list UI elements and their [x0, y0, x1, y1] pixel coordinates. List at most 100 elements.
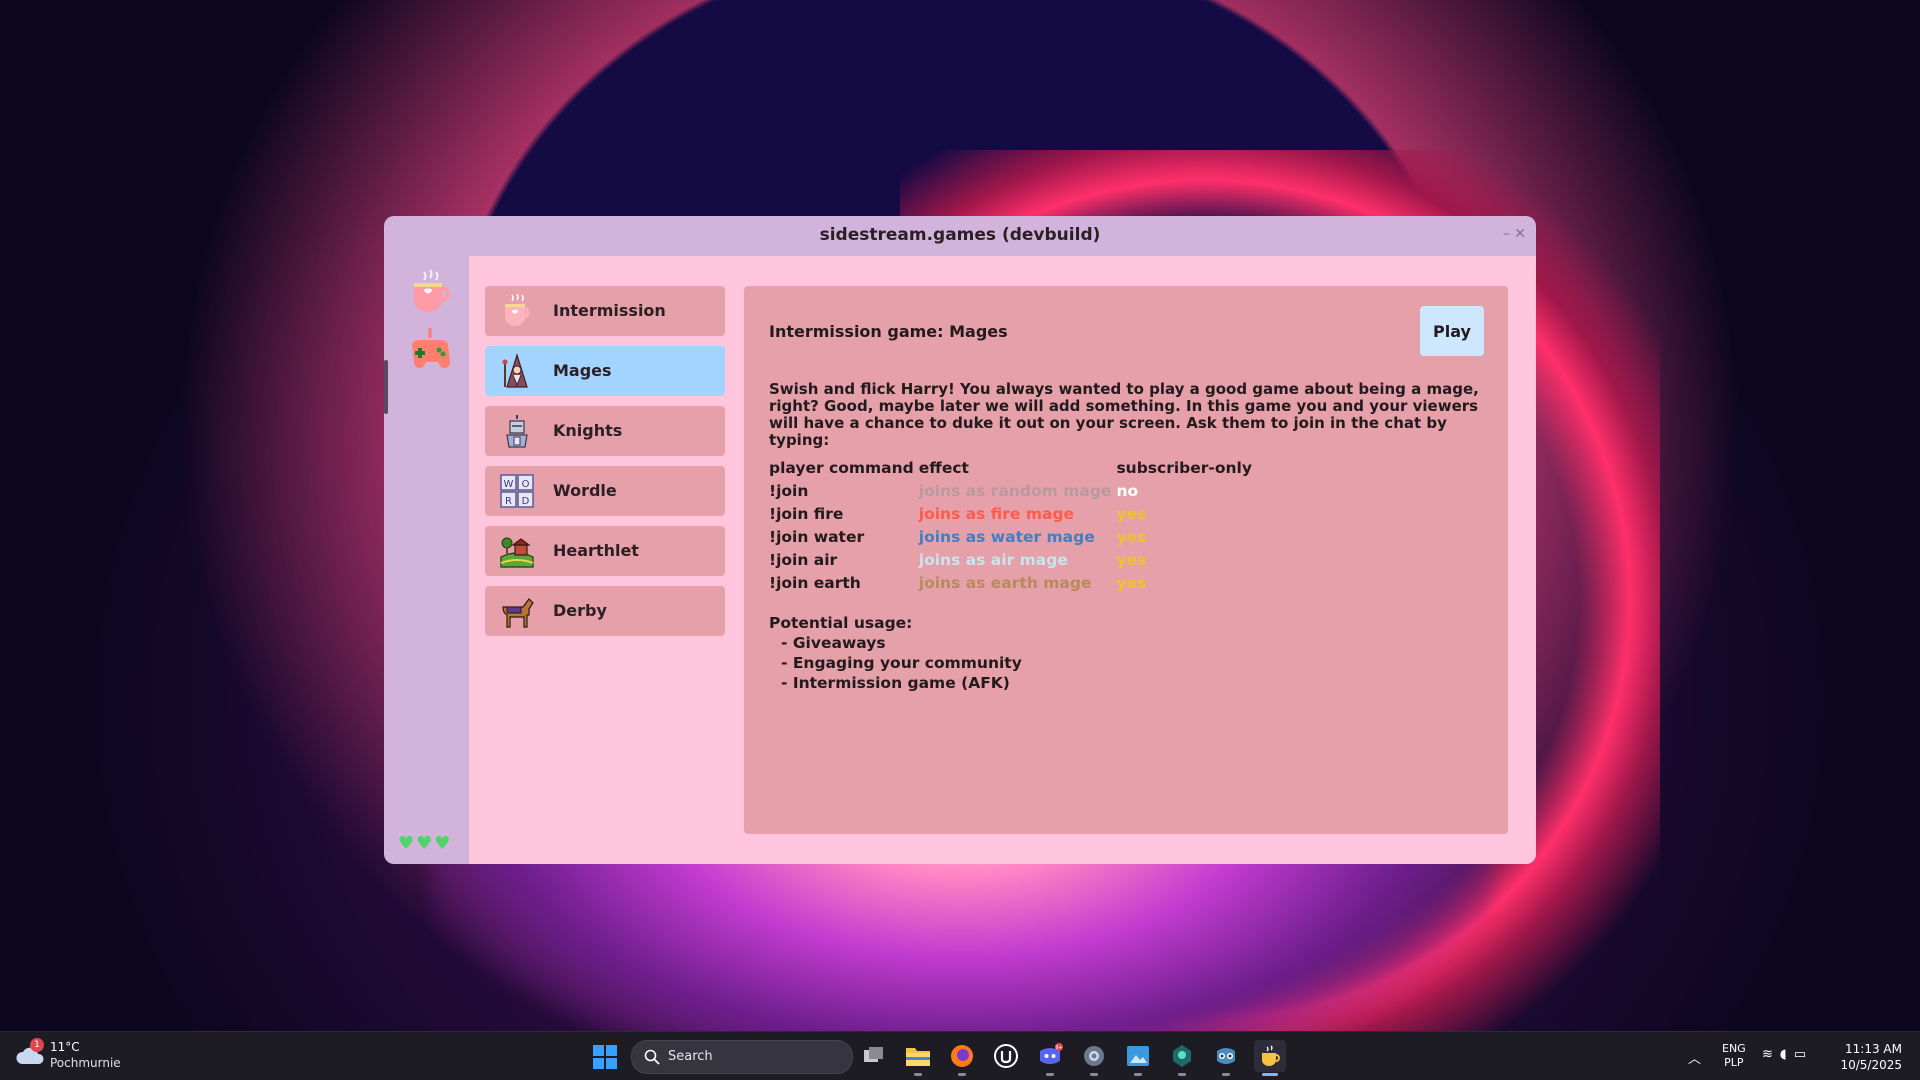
side-rail: ♥♥♥: [384, 256, 468, 864]
mage-icon: [502, 353, 528, 388]
wordle-icon: W O R D: [500, 474, 534, 508]
game-item-knights[interactable]: Knights: [485, 406, 725, 456]
horse-icon: [502, 598, 534, 628]
weather-temperature: 11°C: [50, 1040, 80, 1054]
weather-description: Pochmurnie: [50, 1056, 121, 1070]
command-cell: !join earth: [769, 573, 861, 592]
volume-icon: ◖: [1779, 1047, 1794, 1062]
effect-cell: joins as fire mage: [918, 504, 1075, 523]
svg-text:O: O: [522, 479, 530, 490]
settings-icon[interactable]: [1078, 1040, 1110, 1076]
game-label: Derby: [553, 601, 607, 620]
running-indicator: [1222, 1073, 1230, 1076]
game-label: Intermission: [553, 301, 666, 320]
clock-date: 10/5/2025: [1840, 1058, 1902, 1072]
subscriber-cell: yes: [1116, 527, 1147, 546]
running-indicator: [1134, 1073, 1142, 1076]
godot-icon[interactable]: [1210, 1040, 1242, 1076]
command-cell: !join: [769, 481, 809, 500]
command-cell: !join air: [769, 550, 838, 569]
effect-cell: joins as water mage: [918, 527, 1095, 546]
knight-icon: [506, 415, 528, 448]
subscriber-cell: yes: [1116, 550, 1147, 569]
game-label: Wordle: [553, 481, 617, 500]
weather-badge: 1: [30, 1038, 44, 1052]
game-list: Intermission Mages Knights W O R D Wordl…: [485, 286, 725, 646]
start-button[interactable]: [592, 1044, 618, 1070]
cup-icon: [505, 293, 530, 326]
column-header: player command: [769, 458, 914, 477]
running-indicator: [958, 1073, 966, 1076]
effect-cell: joins as earth mage: [918, 573, 1092, 592]
subscriber-cell: yes: [1116, 573, 1147, 592]
table-row: !join air joins as air mage yes: [767, 548, 1255, 571]
command-cell: !join water: [769, 527, 865, 546]
image-editor-icon[interactable]: [1122, 1040, 1154, 1076]
command-table: player command effect subscriber-only !j…: [767, 456, 1255, 594]
svg-text:R: R: [505, 496, 512, 507]
rail-active-indicator: [384, 360, 388, 414]
window-title: sidestream.games (devbuild): [819, 225, 1101, 245]
search-placeholder: Search: [668, 1049, 713, 1064]
subscriber-cell: no: [1116, 481, 1139, 500]
table-row: !join fire joins as fire mage yes: [767, 502, 1255, 525]
sidestream-icon[interactable]: [1254, 1040, 1286, 1076]
keyboard-layout: PLP: [1724, 1056, 1744, 1069]
file-explorer-icon[interactable]: [902, 1040, 934, 1076]
unreal-engine-icon[interactable]: [990, 1040, 1022, 1072]
usage-item: - Engaging your community: [781, 654, 1022, 672]
game-label: Mages: [553, 361, 612, 380]
farm-icon: [500, 537, 534, 568]
minimize-button[interactable]: –: [1503, 226, 1510, 242]
language-indicator[interactable]: ENG PLP: [1722, 1042, 1746, 1070]
app-window: sidestream.games (devbuild) – ✕ ♥♥♥ Inte…: [384, 216, 1536, 864]
svg-text:W: W: [504, 479, 514, 490]
usage-title: Potential usage:: [769, 614, 913, 632]
running-indicator: [1262, 1073, 1278, 1076]
running-indicator: [1090, 1073, 1098, 1076]
taskbar-search[interactable]: Search: [631, 1040, 853, 1074]
close-button[interactable]: ✕: [1514, 226, 1526, 242]
clock-time: 11:13 AM: [1845, 1042, 1902, 1056]
game-item-hearthlet[interactable]: Hearthlet: [485, 526, 725, 576]
language-code: ENG: [1722, 1042, 1746, 1055]
table-row: !join water joins as water mage yes: [767, 525, 1255, 548]
app-icon[interactable]: [1166, 1040, 1198, 1076]
table-row: !join joins as random mage no: [767, 479, 1255, 502]
clock[interactable]: 11:13 AM 10/5/2025: [1836, 1041, 1902, 1073]
game-description: Swish and flick Harry! You always wanted…: [769, 380, 1479, 449]
game-title: Intermission game: Mages: [769, 322, 1008, 341]
game-item-derby[interactable]: Derby: [485, 586, 725, 636]
task-view-icon[interactable]: [858, 1040, 890, 1072]
discord-icon[interactable]: 9+: [1034, 1040, 1066, 1076]
intermission-cup-icon[interactable]: [406, 268, 454, 316]
gamepad-icon[interactable]: [406, 326, 454, 374]
game-item-mages[interactable]: Mages: [485, 346, 725, 396]
lives-hearts: ♥♥♥: [398, 833, 453, 854]
show-hidden-icons-icon[interactable]: ︿: [1688, 1048, 1701, 1067]
game-item-intermission[interactable]: Intermission: [485, 286, 725, 336]
table-row: !join earth joins as earth mage yes: [767, 571, 1255, 594]
running-indicator: [1046, 1073, 1054, 1076]
game-detail-panel: Intermission game: Mages Play Swish and …: [744, 286, 1508, 834]
title-bar[interactable]: sidestream.games (devbuild) – ✕: [384, 216, 1536, 256]
usage-section: Potential usage: - Giveaways - Engaging …: [769, 613, 1022, 693]
battery-icon: ▭: [1793, 1047, 1814, 1062]
command-cell: !join fire: [769, 504, 844, 523]
svg-text:D: D: [522, 496, 530, 507]
taskbar: 1 11°C Pochmurnie Search 9+ ︿ ENG PLP ≋◖…: [0, 1031, 1920, 1080]
system-tray[interactable]: ≋◖▭: [1762, 1047, 1813, 1062]
usage-item: - Intermission game (AFK): [781, 674, 1010, 692]
effect-cell: joins as air mage: [918, 550, 1068, 569]
subscriber-cell: yes: [1116, 504, 1147, 523]
game-label: Hearthlet: [553, 541, 639, 560]
column-header: effect: [918, 458, 969, 477]
discord-badge: 9+: [1055, 1045, 1062, 1051]
table-header-row: player command effect subscriber-only: [767, 456, 1255, 479]
running-indicator: [914, 1073, 922, 1076]
usage-item: - Giveaways: [781, 634, 886, 652]
firefox-icon[interactable]: [946, 1040, 978, 1076]
running-indicator: [1178, 1073, 1186, 1076]
play-button[interactable]: Play: [1420, 306, 1484, 356]
game-item-wordle[interactable]: W O R D Wordle: [485, 466, 725, 516]
